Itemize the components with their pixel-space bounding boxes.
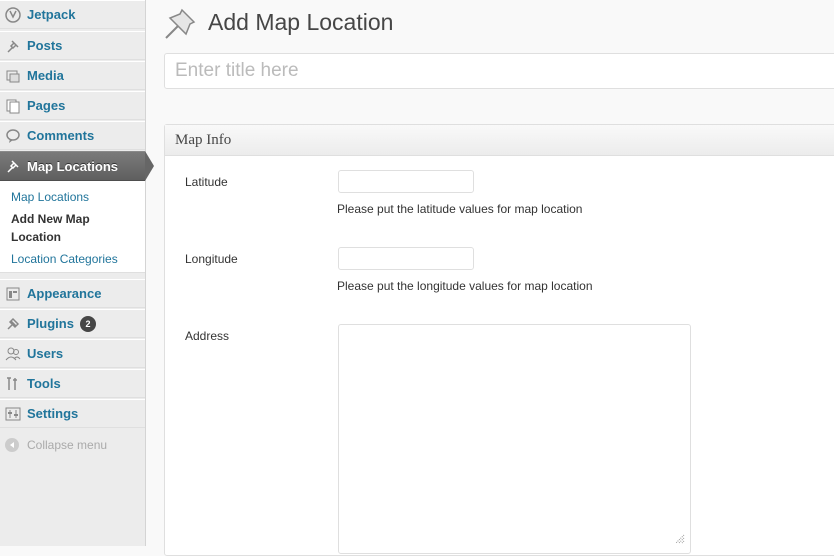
sidebar-item-pages[interactable]: Pages bbox=[0, 91, 145, 120]
sidebar-item-label: Posts bbox=[27, 38, 63, 53]
main-content: Add Map Location Map Info Latitude Pleas… bbox=[146, 0, 834, 556]
sidebar-item-label: Appearance bbox=[27, 286, 102, 301]
sidebar-item-label: Media bbox=[27, 68, 64, 83]
map-info-metabox: Map Info Latitude Please put the latitud… bbox=[164, 124, 834, 556]
sidebar-item-map-locations[interactable]: Map Locations bbox=[0, 151, 154, 181]
collapse-label: Collapse menu bbox=[27, 438, 108, 452]
longitude-help-text: Please put the longitude values for map … bbox=[337, 279, 593, 293]
pin-icon bbox=[5, 38, 21, 54]
appearance-icon bbox=[5, 286, 21, 302]
latitude-label: Latitude bbox=[185, 175, 228, 189]
submenu-item-add-new[interactable]: Add New Map Location bbox=[11, 210, 111, 246]
sidebar-item-appearance[interactable]: Appearance bbox=[0, 279, 145, 308]
sidebar-item-label: Jetpack bbox=[27, 7, 76, 22]
sidebar-item-label: Users bbox=[27, 346, 64, 361]
plugins-icon bbox=[5, 316, 21, 332]
users-icon bbox=[5, 346, 21, 362]
sidebar-item-settings[interactable]: Settings bbox=[0, 399, 145, 428]
collapse-arrow-icon bbox=[5, 438, 19, 452]
metabox-title: Map Info bbox=[175, 131, 232, 148]
metabox-header[interactable]: Map Info bbox=[165, 125, 834, 156]
sidebar-item-label: Map Locations bbox=[27, 158, 119, 174]
latitude-input[interactable] bbox=[338, 170, 474, 193]
sidebar-item-label: Comments bbox=[27, 128, 95, 143]
sidebar-item-media[interactable]: Media bbox=[0, 61, 145, 90]
jetpack-icon bbox=[5, 6, 21, 23]
sidebar-item-posts[interactable]: Posts bbox=[0, 31, 145, 60]
submenu-item-location-categories[interactable]: Location Categories bbox=[11, 250, 118, 268]
pages-icon bbox=[5, 98, 21, 114]
sidebar-item-plugins[interactable]: Plugins 2 bbox=[0, 309, 145, 338]
media-icon bbox=[5, 68, 21, 84]
submenu: Map Locations Add New Map Location Locat… bbox=[0, 181, 145, 273]
settings-icon bbox=[5, 406, 21, 422]
admin-sidebar: Jetpack Posts Media Pages Comments Map L… bbox=[0, 0, 154, 546]
sidebar-item-label: Pages bbox=[27, 98, 66, 113]
title-input[interactable] bbox=[164, 53, 834, 89]
pushpin-icon bbox=[164, 6, 198, 45]
collapse-menu-button[interactable]: Collapse menu bbox=[5, 438, 107, 452]
sidebar-item-comments[interactable]: Comments bbox=[0, 121, 145, 150]
sidebar-item-label: Plugins bbox=[27, 316, 74, 331]
latitude-help-text: Please put the latitude values for map l… bbox=[337, 202, 583, 216]
sidebar-item-label: Settings bbox=[27, 406, 79, 421]
update-count-badge: 2 bbox=[79, 315, 96, 332]
submenu-item-map-locations[interactable]: Map Locations bbox=[11, 188, 89, 206]
address-label: Address bbox=[185, 329, 230, 343]
comments-icon bbox=[5, 128, 21, 144]
longitude-label: Longitude bbox=[185, 252, 238, 266]
tools-icon bbox=[5, 376, 21, 392]
resize-grip-icon[interactable] bbox=[675, 531, 685, 549]
sidebar-item-label: Tools bbox=[27, 376, 61, 391]
sidebar-item-jetpack[interactable]: Jetpack bbox=[0, 0, 145, 29]
pin-icon bbox=[5, 158, 21, 174]
sidebar-item-users[interactable]: Users bbox=[0, 339, 145, 368]
longitude-input[interactable] bbox=[338, 247, 474, 270]
sidebar-item-tools[interactable]: Tools bbox=[0, 369, 145, 398]
page-title: Add Map Location bbox=[208, 9, 394, 35]
address-textarea[interactable] bbox=[338, 324, 691, 554]
